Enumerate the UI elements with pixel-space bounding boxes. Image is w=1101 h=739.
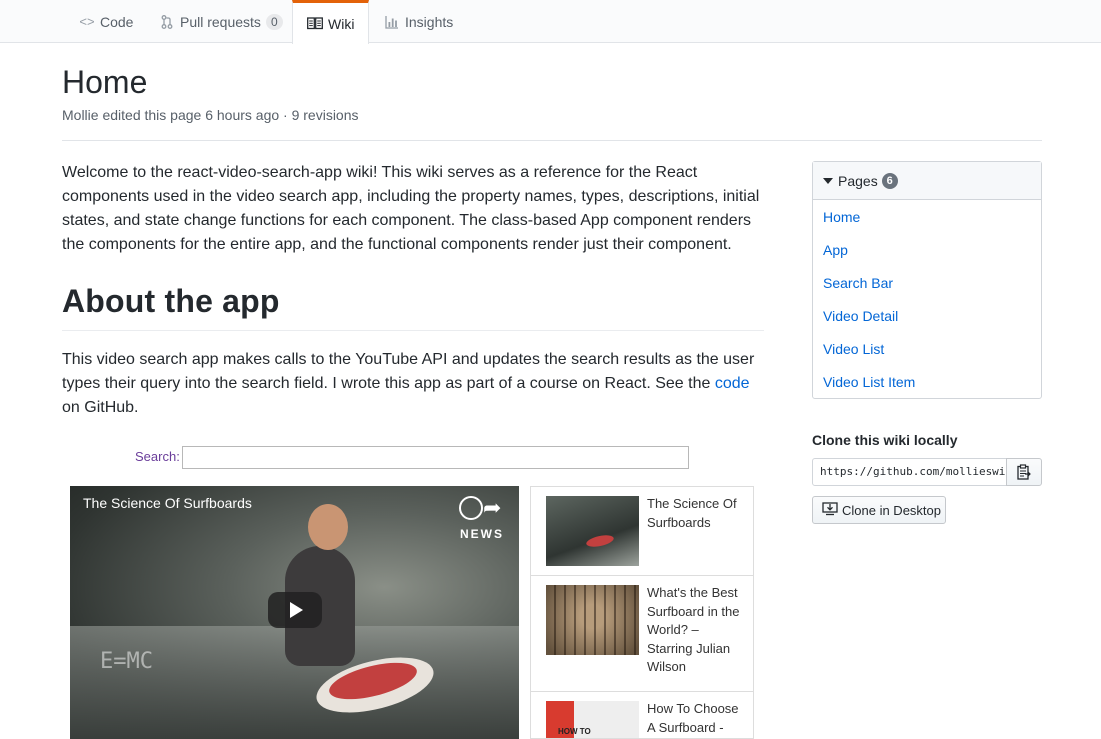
repo-nav-tabs: <> Code Pull requests 0 Wiki Insights [0,0,1101,44]
pages-count-badge: 6 [881,172,898,189]
clone-in-desktop-button[interactable]: Clone in Desktop [812,496,946,524]
pages-box: Pages 6 Home App Search Bar Video Detail… [812,161,1042,399]
video-thumbnail: HOW TO [546,701,639,738]
video-player[interactable]: E=MC The Science Of Surfboards ➦ NEWS [70,486,519,739]
video-list-item[interactable]: The Science Of Surfboards [531,487,753,576]
tab-code[interactable]: <> Code [65,0,147,43]
about-divider [62,330,764,331]
video-thumbnail [546,496,639,566]
desktop-download-icon [822,501,838,519]
video-list: The Science Of Surfboards What's the Bes… [530,486,754,739]
thumb-text: HOW TO [558,727,591,736]
page-title: Home [62,64,148,100]
about-heading: About the app [62,283,280,319]
about-text: This video search app makes calls to the… [62,351,755,392]
tab-pull-requests-label: Pull requests [180,13,261,30]
app-search-field [182,446,689,469]
watch-later-icon [459,496,483,520]
tab-insights-label: Insights [405,13,454,30]
pull-requests-counter: 0 [265,13,283,30]
page-link-video-list-item[interactable]: Video List Item [823,374,915,390]
video-title: The Science Of Surfboards [647,496,737,530]
news-badge: NEWS [460,527,504,541]
video-thumbnail [546,585,639,655]
copy-to-clipboard-button[interactable] [1006,458,1042,486]
player-title: The Science Of Surfboards [83,495,252,511]
app-search-label: Search: [135,449,180,464]
clone-heading: Clone this wiki locally [812,432,958,448]
tab-wiki-label: Wiki [328,15,355,32]
equation-text: E=MC [100,649,153,674]
page-link-search-bar[interactable]: Search Bar [823,275,893,291]
pull-request-icon [159,14,175,30]
clone-url-input[interactable]: https://github.com/mollieswi [812,458,1007,486]
about-paragraph: This video search app makes calls to the… [62,348,762,420]
page-link-home[interactable]: Home [823,209,860,225]
intro-paragraph: Welcome to the react-video-search-app wi… [62,164,760,253]
share-icon: ➦ [483,495,502,520]
tab-insights[interactable]: Insights [370,0,467,43]
tab-code-label: Code [100,13,134,30]
tab-wiki[interactable]: Wiki [292,0,370,44]
page-link-video-detail[interactable]: Video Detail [823,308,898,324]
header-divider [62,140,1042,141]
clipboard-icon [1017,464,1031,480]
thumb-shade [546,585,639,655]
video-list-item[interactable]: HOW TO How To Choose A Surfboard - [531,692,753,738]
page-link-video-list[interactable]: Video List [823,341,884,357]
page-link-app[interactable]: App [823,242,848,258]
graph-icon [384,14,400,30]
triangle-down-icon [823,177,833,184]
tab-pull-requests[interactable]: Pull requests 0 [145,0,297,43]
page-meta: Mollie edited this page 6 hours ago · 9 … [62,107,359,123]
video-list-item[interactable]: What's the Best Surfboard in the World? … [531,576,753,692]
pages-label: Pages [838,172,878,189]
code-link[interactable]: code [715,375,750,392]
surfer-head-image [308,504,348,550]
thumb-board-image [585,533,615,549]
clone-in-desktop-label: Clone in Desktop [842,502,941,518]
play-button[interactable] [268,592,322,628]
about-text-end: on GitHub. [62,399,139,416]
pages-toggle[interactable]: Pages 6 [813,162,1041,200]
code-icon: <> [79,14,95,29]
book-icon [307,16,323,32]
video-title: How To Choose A Surfboard - [647,701,739,735]
video-title: What's the Best Surfboard in the World? … [647,585,740,674]
